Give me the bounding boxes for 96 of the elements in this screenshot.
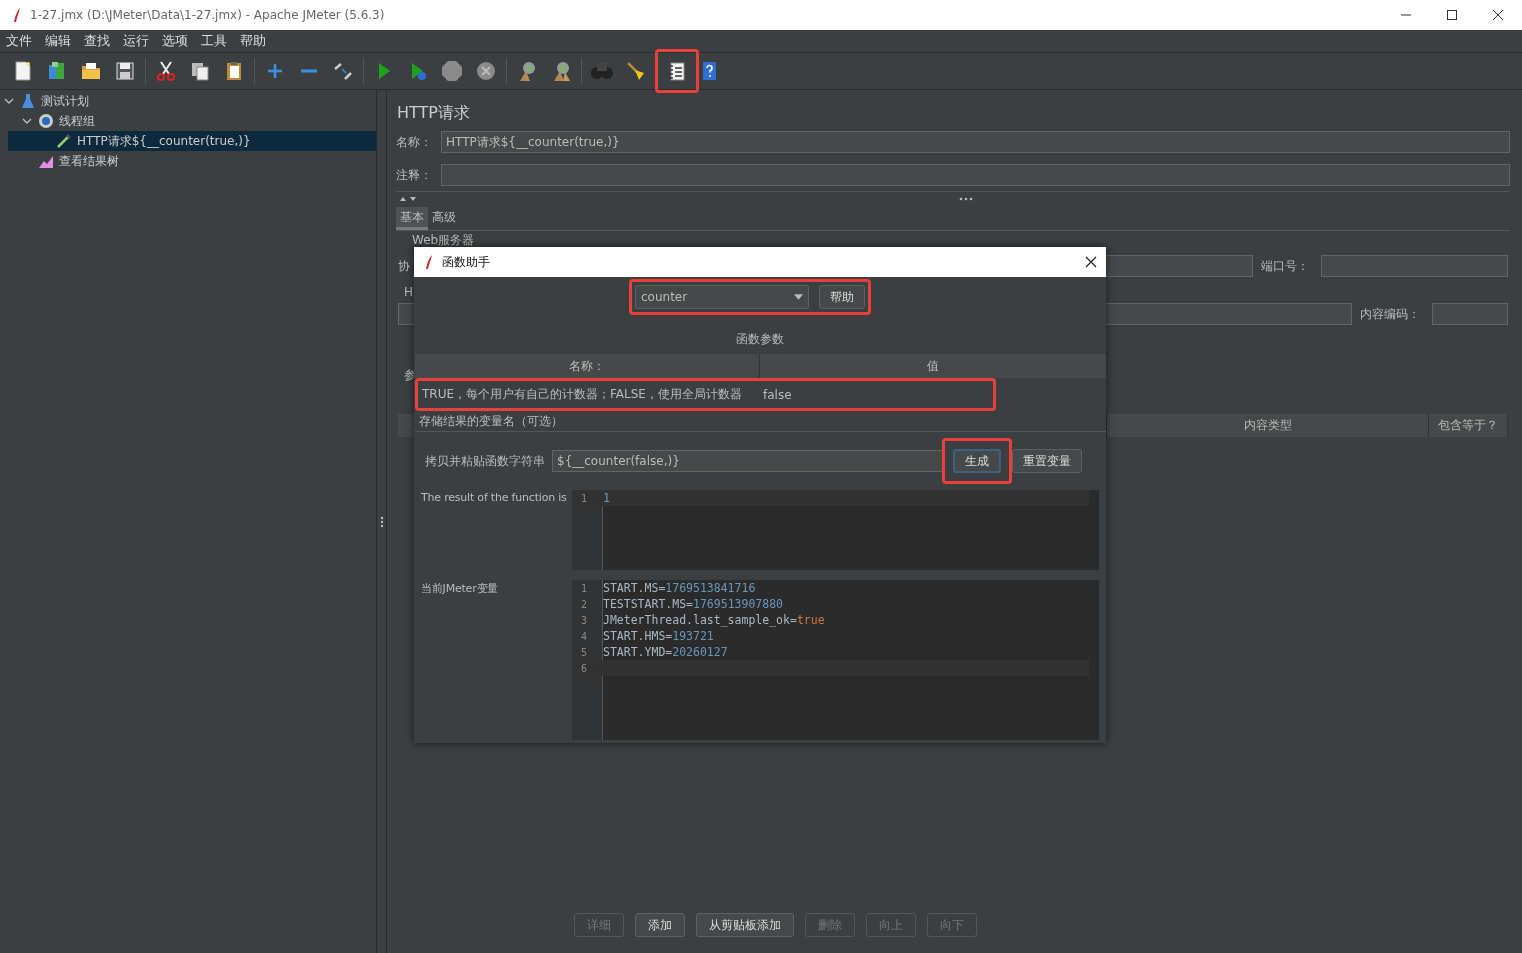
code-text: 1 — [603, 491, 610, 505]
flask-icon — [20, 93, 36, 109]
menu-item[interactable]: 工具 — [195, 32, 234, 50]
function-dropdown[interactable]: counter — [635, 285, 809, 309]
pipette-icon — [56, 133, 72, 149]
menu-item[interactable]: 运行 — [117, 32, 156, 50]
tree-label: 测试计划 — [41, 92, 89, 110]
chevron-icon[interactable] — [22, 116, 32, 126]
function-string-field[interactable]: ${__counter(false,)} — [552, 450, 944, 472]
menu-item[interactable]: 选项 — [156, 32, 195, 50]
field-label: 协 — [398, 257, 410, 275]
minus-icon — [298, 69, 320, 73]
group-label: H — [404, 285, 414, 299]
broom-icon — [625, 60, 647, 82]
tree-label: HTTP请求${__counter(true,)} — [77, 132, 251, 150]
code-text: TESTSTART.MS= — [603, 597, 693, 611]
code-text: 1769513907880 — [693, 597, 784, 611]
line-number: 1 — [580, 492, 588, 504]
chevron-icon[interactable] — [4, 96, 14, 106]
field-label: 拷贝并粘贴函数字符串 — [425, 452, 545, 470]
cancel-circle-icon — [475, 60, 497, 82]
field-label: 内容编码： — [1359, 305, 1421, 323]
column-header: 内容类型 — [1107, 414, 1429, 437]
menu-item[interactable]: 帮助 — [234, 32, 273, 50]
code-text: 20260127 — [672, 645, 728, 659]
reset-variables-button[interactable]: 重置变量 — [1012, 449, 1082, 473]
line-number: 4 — [580, 630, 588, 642]
table-cell-text: TRUE，每个用户有自己的计数器；FALSE，使用全局计数器 — [421, 386, 743, 403]
dialog-title: 函数助手 — [442, 253, 490, 271]
menu-item[interactable]: 查找 — [78, 32, 117, 50]
tree-item[interactable]: HTTP请求${__counter(true,)} — [8, 131, 376, 151]
code-text: 1769513841716 — [665, 581, 756, 595]
field-label: 名称： — [396, 133, 433, 151]
line-number: 6 — [580, 662, 588, 674]
comment-field[interactable] — [441, 164, 1510, 186]
window-title: 1-27.jmx (D:\JMeter\Data\1-27.jmx) - Apache JMeter (5.6.3) — [30, 8, 385, 22]
stop-sign-icon — [441, 60, 463, 82]
column-header: 名称： — [415, 354, 760, 378]
line-number: 1 — [580, 582, 588, 594]
field-label: 当前JMeter变量 — [421, 581, 500, 597]
line-number: 2 — [580, 598, 588, 610]
encoding-field[interactable] — [1432, 303, 1508, 325]
line-number: 3 — [580, 614, 588, 626]
port-field[interactable] — [1321, 255, 1508, 277]
code-editor[interactable]: 1 START.MS=1769513841716 2 TESTSTART.MS=1769513907880 3 JMeterThread.last_sample_ok=true 4 START.HMS=193721 5 START.YMD=20260127 6 — [572, 580, 1099, 740]
code-editor[interactable]: 1 1 — [572, 490, 1099, 570]
table-cell[interactable]: false — [759, 387, 796, 402]
caret-icon[interactable] — [794, 294, 803, 300]
collapse-arrows-icon[interactable] — [398, 196, 418, 202]
binoculars-icon — [591, 60, 613, 82]
help-button[interactable]: 帮助 — [819, 285, 865, 309]
code-text: START.YMD= — [603, 645, 673, 659]
panel-title: HTTP请求 — [397, 103, 471, 124]
generate-button[interactable]: 生成 — [953, 449, 1001, 473]
close-icon[interactable] — [1085, 256, 1097, 268]
tree-item[interactable]: 线程组 — [0, 111, 376, 131]
tree-label: 线程组 — [59, 112, 95, 130]
table-cell-text: 存储结果的变量名（可选） — [418, 412, 564, 430]
tree-item[interactable]: 测试计划 — [0, 91, 376, 111]
close-icon[interactable] — [1492, 9, 1504, 21]
group-label: Web服务器 — [412, 232, 475, 249]
code-text: START.HMS= — [603, 629, 673, 643]
tab[interactable]: 高级 — [428, 207, 460, 230]
table-row[interactable]: 存储结果的变量名（可选） — [415, 411, 1106, 432]
column-header: 包含等于？ — [1429, 414, 1508, 437]
drag-handle-icon[interactable] — [959, 197, 973, 201]
field-label: 注释： — [396, 166, 433, 184]
action-button[interactable]: 添加 — [634, 913, 685, 937]
gear-icon — [38, 113, 54, 129]
tree-label: 查看结果树 — [59, 152, 119, 170]
scissors-icon — [155, 60, 177, 82]
highlighted-toolbar-button[interactable] — [655, 49, 699, 93]
copy-icon — [189, 60, 211, 82]
new-file-icon — [12, 60, 34, 82]
code-text: JMeterThread.last_sample_ok= — [603, 613, 797, 627]
action-button[interactable]: 从剪贴板添加 — [695, 913, 794, 937]
splitter-grip-icon[interactable] — [379, 515, 384, 528]
code-text: START.MS= — [603, 581, 666, 595]
feather-icon — [12, 7, 22, 23]
notebook-icon — [666, 60, 688, 82]
name-field[interactable]: HTTP请求${__counter(true,)} — [441, 131, 1510, 153]
column-header: 值 — [926, 357, 940, 375]
code-text: true — [796, 613, 825, 627]
open-folder-icon — [80, 60, 102, 82]
tree-item[interactable]: 查看结果树 — [0, 151, 376, 171]
tab[interactable]: 基本 — [396, 207, 428, 230]
menu-item[interactable]: 文件 — [0, 32, 39, 50]
code-text: 193721 — [672, 629, 714, 643]
maximize-icon[interactable] — [1446, 9, 1458, 21]
highlighted-table-row[interactable]: TRUE，每个用户有自己的计数器；FALSE，使用全局计数器 false — [415, 378, 996, 411]
field-label: 端口号： — [1260, 257, 1310, 275]
line-number: 5 — [580, 646, 588, 658]
feather-icon — [424, 254, 434, 270]
section-title: 函数参数 — [735, 331, 785, 348]
field-label: The result of the function is — [421, 490, 568, 506]
menu-item[interactable]: 编辑 — [39, 32, 78, 50]
